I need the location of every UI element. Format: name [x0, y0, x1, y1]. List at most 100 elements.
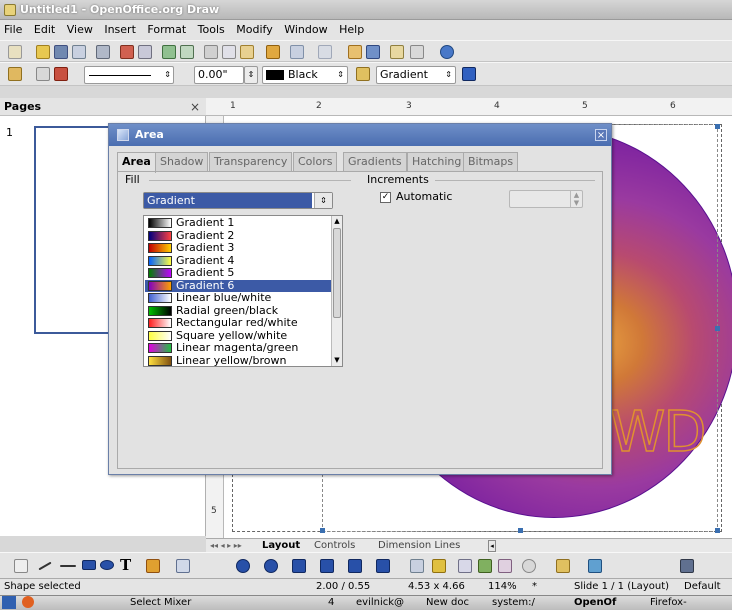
gradient-list-scrollbar[interactable]: ▲ ▼	[331, 216, 342, 366]
export-pdf-icon[interactable]	[120, 45, 134, 59]
help-icon[interactable]	[440, 45, 454, 59]
fill-type-select[interactable]: Gradient ⇕	[143, 192, 333, 209]
redo-icon[interactable]	[318, 45, 332, 59]
line-arrow-tool-icon[interactable]	[60, 565, 76, 567]
tab-colors[interactable]: Colors	[293, 152, 338, 172]
symbol-shapes-icon[interactable]	[264, 559, 278, 573]
flowchart-icon[interactable]	[320, 559, 334, 573]
taskbar-item-mixer[interactable]: Select Mixer	[130, 596, 191, 610]
gradient-list-item[interactable]: Linear blue/white	[145, 292, 331, 304]
close-icon[interactable]: ×	[595, 129, 607, 141]
gradient-list-item[interactable]: Gradient 5	[145, 267, 331, 279]
selection-handle[interactable]	[518, 528, 523, 533]
gradient-list-item[interactable]: Gradient 2	[145, 229, 331, 242]
tab-nav-arrows-icon[interactable]: ◂◂ ◂ ▸ ▸▸	[210, 539, 242, 553]
automatic-checkbox[interactable]: ✓	[380, 192, 391, 203]
browser-icon[interactable]	[22, 596, 34, 608]
show-draw-functions-icon[interactable]	[390, 45, 404, 59]
gradient-list-item[interactable]: Gradient 1	[145, 217, 331, 229]
stars-icon[interactable]	[376, 559, 390, 573]
taskbar-item-openoffice[interactable]: OpenOf	[574, 596, 616, 610]
paste-icon[interactable]	[240, 45, 254, 59]
zoom-icon[interactable]	[410, 45, 424, 59]
line-icon[interactable]	[36, 67, 50, 81]
select-arrow-icon[interactable]	[14, 559, 28, 573]
scroll-up-icon[interactable]: ▲	[332, 216, 342, 227]
tab-transparency[interactable]: Transparency	[209, 152, 293, 172]
extrusion-icon[interactable]	[498, 559, 512, 573]
scrollbar-thumb[interactable]	[333, 228, 341, 318]
curve-tool-icon[interactable]	[146, 559, 160, 573]
gradient-list-item[interactable]: Linear yellow/brown	[145, 354, 331, 367]
gradient-list-item[interactable]: Gradient 4	[145, 254, 331, 267]
line-tool-icon[interactable]	[38, 561, 52, 571]
table-icon[interactable]	[366, 45, 380, 59]
new-document-icon[interactable]	[8, 45, 22, 59]
block-arrows-icon[interactable]	[292, 559, 306, 573]
ellipse-tool-icon[interactable]	[100, 560, 114, 570]
line-width-spinner[interactable]: ⇕	[244, 66, 258, 84]
selection-handle[interactable]	[715, 124, 720, 129]
line-style-select[interactable]: ⇕	[84, 66, 174, 84]
basic-shapes-icon[interactable]	[236, 559, 250, 573]
status-zoom[interactable]: 114%	[488, 579, 517, 595]
arrange-icon[interactable]	[588, 559, 602, 573]
tab-shadow[interactable]: Shadow	[155, 152, 209, 172]
rotate-icon[interactable]	[522, 559, 536, 573]
tab-hatching[interactable]: Hatching	[407, 152, 467, 172]
rectangle-tool-icon[interactable]	[82, 560, 96, 570]
selection-handle[interactable]	[715, 528, 720, 533]
edit-file-icon[interactable]	[96, 45, 110, 59]
gradient-list-item[interactable]: Radial green/black	[145, 304, 331, 317]
canvas-text-shape[interactable]: WD	[609, 399, 707, 466]
tab-controls[interactable]: Controls	[314, 539, 355, 553]
line-color-select[interactable]: Black ⇕	[262, 66, 348, 84]
chart-icon[interactable]	[348, 45, 362, 59]
clone-formatting-icon[interactable]	[266, 45, 280, 59]
points-icon[interactable]	[410, 559, 424, 573]
copy-icon[interactable]	[222, 45, 236, 59]
close-icon[interactable]: ×	[190, 98, 204, 116]
email-icon[interactable]	[72, 45, 86, 59]
extrusion-toggle-icon[interactable]	[680, 559, 694, 573]
taskbar-item-newdoc[interactable]: New doc	[426, 596, 469, 610]
shadow-icon[interactable]	[462, 67, 476, 81]
spellcheck-icon[interactable]	[162, 45, 176, 59]
menu-insert[interactable]: Insert	[100, 20, 140, 40]
area-style-select[interactable]: Gradient ⇕	[376, 66, 456, 84]
kde-menu-icon[interactable]	[2, 596, 16, 609]
connector-tool-icon[interactable]	[176, 559, 190, 573]
menu-modify[interactable]: Modify	[232, 20, 276, 40]
menu-format[interactable]: Format	[143, 20, 190, 40]
arrow-style-icon[interactable]	[54, 67, 68, 81]
print-icon[interactable]	[138, 45, 152, 59]
tab-gradients[interactable]: Gradients	[343, 152, 407, 172]
gradient-list-item[interactable]: Gradient 6	[145, 279, 331, 292]
taskbar-item-system[interactable]: system:/	[492, 596, 535, 610]
alignment-icon[interactable]	[556, 559, 570, 573]
selection-handle[interactable]	[715, 326, 720, 331]
line-width-field[interactable]: 0.00"	[194, 66, 244, 84]
taskbar-item-terminal[interactable]: evilnick@	[356, 596, 404, 610]
gradient-list-item[interactable]: Square yellow/white	[145, 329, 331, 342]
scroll-left-icon[interactable]: ◂	[488, 540, 496, 552]
menu-window[interactable]: Window	[280, 20, 331, 40]
save-icon[interactable]	[54, 45, 68, 59]
tab-bitmaps[interactable]: Bitmaps	[463, 152, 519, 172]
menu-file[interactable]: File	[0, 20, 26, 40]
gradient-list-item[interactable]: Linear magenta/green	[145, 342, 331, 354]
menu-view[interactable]: View	[63, 20, 97, 40]
menu-help[interactable]: Help	[335, 20, 368, 40]
tab-dimension-lines[interactable]: Dimension Lines	[378, 539, 460, 553]
autospellcheck-icon[interactable]	[180, 45, 194, 59]
cut-icon[interactable]	[204, 45, 218, 59]
gradient-list-item[interactable]: Rectangular red/white	[145, 317, 331, 329]
gradient-list-item[interactable]: Gradient 3	[145, 242, 331, 254]
open-folder-icon[interactable]	[36, 45, 50, 59]
menu-edit[interactable]: Edit	[30, 20, 59, 40]
gradient-list[interactable]: Gradient 1 Gradient 2 Gradient 3 Gradient 4…	[143, 215, 343, 367]
scroll-down-icon[interactable]: ▼	[332, 355, 342, 366]
tab-area[interactable]: Area	[117, 152, 156, 173]
selection-handle[interactable]	[320, 528, 325, 533]
fontwork-icon[interactable]	[432, 559, 446, 573]
